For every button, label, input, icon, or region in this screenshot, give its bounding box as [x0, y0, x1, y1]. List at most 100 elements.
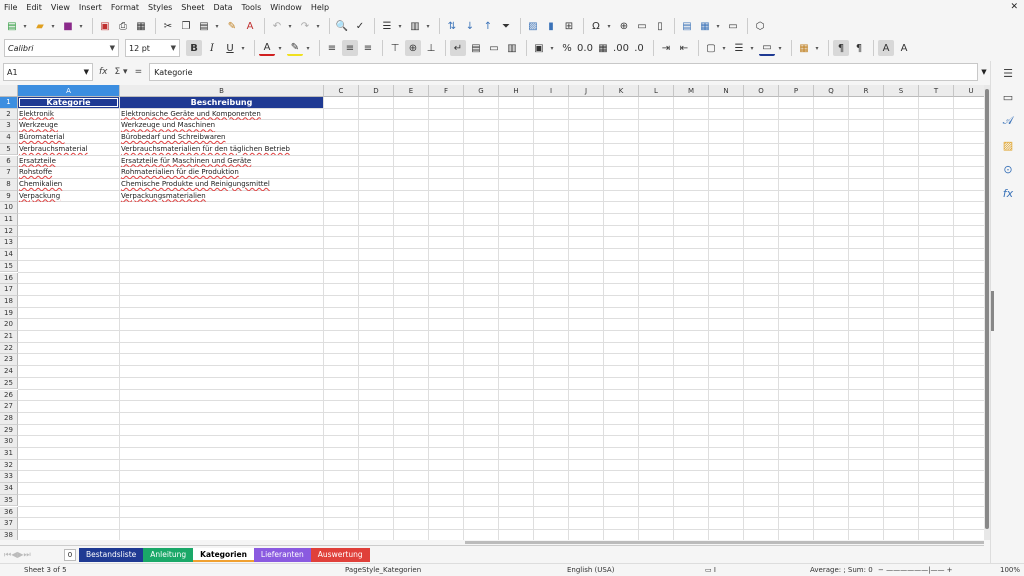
align-center-icon[interactable]: ≡ [342, 40, 358, 56]
special-character-icon[interactable]: Ω [588, 18, 604, 34]
underline-dropdown-icon[interactable]: ▾ [240, 40, 246, 56]
column-header-h[interactable]: H [499, 85, 534, 97]
navigator-icon[interactable]: ⊙ [991, 157, 1024, 181]
row-header-28[interactable]: 28 [0, 412, 18, 425]
row-icon[interactable]: ☰ [379, 18, 395, 34]
border-style-dropdown-icon[interactable]: ▾ [749, 40, 755, 56]
decimal-format-icon[interactable]: 0.0 [577, 40, 593, 56]
formula-input[interactable]: Kategorie [149, 63, 978, 81]
row-header-4[interactable]: 4 [0, 132, 18, 144]
function-wizard-icon[interactable]: fx [99, 67, 108, 77]
chevron-down-icon[interactable]: ▼ [171, 44, 176, 52]
row-header-14[interactable]: 14 [0, 249, 18, 261]
new-dropdown-icon[interactable]: ▾ [22, 18, 28, 34]
last-sheet-icon[interactable]: ⏭ [24, 550, 31, 560]
row-header-7[interactable]: 7 [0, 167, 18, 179]
column-header-b[interactable]: B [120, 85, 324, 97]
print-preview-icon[interactable]: ▦ [133, 18, 149, 34]
border-color-icon[interactable]: ▭ [759, 40, 775, 56]
font-color-dropdown-icon[interactable]: ▾ [277, 40, 283, 56]
menu-edit[interactable]: Edit [26, 3, 42, 12]
zoom-level[interactable]: 100% [1000, 566, 1020, 574]
column-icon[interactable]: ▥ [407, 18, 423, 34]
functions-icon[interactable]: fx [991, 181, 1024, 205]
align-left-icon[interactable]: ≡ [324, 40, 340, 56]
number-format-icon[interactable]: ▣ [531, 40, 547, 56]
row-header-19[interactable]: 19 [0, 307, 18, 320]
left-to-right-icon[interactable]: ¶ [833, 40, 849, 56]
insert-chart-icon[interactable]: ▮ [543, 18, 559, 34]
sidebar-grip[interactable] [991, 291, 994, 331]
column-header-d[interactable]: D [359, 85, 394, 97]
row-header-17[interactable]: 17 [0, 284, 18, 296]
add-decimal-icon[interactable]: .00 [613, 40, 629, 56]
table-cell[interactable]: Werkzeuge [18, 120, 119, 132]
sum-icon[interactable]: Σ ▾ [115, 67, 128, 77]
pivot-table-icon[interactable]: ⊞ [561, 18, 577, 34]
row-header-5[interactable]: 5 [0, 143, 18, 156]
conditional-format-dropdown-icon[interactable]: ▾ [814, 40, 820, 56]
save-icon[interactable]: ■ [60, 18, 76, 34]
header-cell-kategorie[interactable]: Kategorie [18, 97, 119, 109]
split-window-icon[interactable]: ▭ [725, 18, 741, 34]
redo-dropdown-icon[interactable]: ▾ [315, 18, 321, 34]
font-name-combo[interactable]: Calibri ▼ [4, 39, 119, 57]
highlight-color-icon[interactable]: ✎ [287, 40, 303, 56]
underline-icon[interactable]: U [222, 40, 238, 56]
add-sheet-button[interactable]: 0 [64, 548, 76, 561]
status-summary[interactable]: Average: ; Sum: 0 [810, 566, 873, 574]
formula-icon[interactable]: = [135, 67, 143, 77]
delete-decimal-icon[interactable]: .0 [631, 40, 647, 56]
column-header-q[interactable]: Q [814, 85, 849, 97]
menu-help[interactable]: Help [311, 3, 329, 12]
table-cell[interactable]: Ersatzteile [18, 156, 119, 168]
date-format-icon[interactable]: ▦ [595, 40, 611, 56]
selection-mode-icon[interactable]: ▭ I [705, 566, 716, 574]
menu-sheet[interactable]: Sheet [181, 3, 204, 12]
autofilter-icon[interactable]: ⏷ [498, 18, 514, 34]
find-replace-icon[interactable]: 🔍 [334, 18, 350, 34]
row-header-21[interactable]: 21 [0, 331, 18, 343]
row-header-16[interactable]: 16 [0, 272, 18, 285]
table-cell[interactable]: Büromaterial [18, 132, 119, 144]
sheet-tab-anleitung[interactable]: Anleitung [143, 547, 194, 562]
spreadsheet-grid[interactable]: A B C D E F G H I J K L M N O P Q R S T U 1 2 3 4 5 6 7 8 9 10 11 12 13 14… [0, 85, 984, 540]
undo-icon[interactable]: ↶ [269, 18, 285, 34]
special-character-dropdown-icon[interactable]: ▾ [606, 18, 612, 34]
gallery-icon[interactable]: ▨ [991, 133, 1024, 157]
menu-format[interactable]: Format [111, 3, 139, 12]
language[interactable]: English (USA) [567, 566, 614, 574]
column-header-g[interactable]: G [464, 85, 499, 97]
row-header-30[interactable]: 30 [0, 436, 18, 448]
font-color-icon[interactable]: A [259, 40, 275, 56]
row-header-2[interactable]: 2 [0, 108, 18, 121]
highlight-dropdown-icon[interactable]: ▾ [305, 40, 311, 56]
number-format-dropdown-icon[interactable]: ▾ [549, 40, 555, 56]
column-header-t[interactable]: T [919, 85, 954, 97]
table-cell[interactable]: Rohstoffe [18, 167, 119, 179]
menu-icon[interactable]: ☰ [991, 61, 1024, 85]
table-cell[interactable]: Bürobedarf und Schreibwaren [120, 132, 323, 144]
show-draw-functions-icon[interactable]: ⬡ [752, 18, 768, 34]
column-header-j[interactable]: J [569, 85, 604, 97]
table-cell[interactable]: Verbrauchsmaterial [18, 144, 119, 156]
styles-icon[interactable]: 𝒜 [991, 109, 1024, 133]
align-bottom-icon[interactable]: ⊥ [423, 40, 439, 56]
expand-formula-bar-icon[interactable]: ▼ [978, 68, 990, 76]
row-header-34[interactable]: 34 [0, 483, 18, 495]
column-header-o[interactable]: O [744, 85, 779, 97]
border-style-icon[interactable]: ☰ [731, 40, 747, 56]
borders-icon[interactable]: ▢ [703, 40, 719, 56]
column-header-p[interactable]: P [779, 85, 814, 97]
sheet-tab-kategorien[interactable]: Kategorien [193, 547, 254, 562]
table-cell[interactable]: Elektronik [18, 109, 119, 121]
right-to-left-icon[interactable]: ¶ [851, 40, 867, 56]
row-header-27[interactable]: 27 [0, 401, 18, 413]
hyperlink-icon[interactable]: ⊕ [616, 18, 632, 34]
freeze-rows-columns-icon[interactable]: ▦ [697, 18, 713, 34]
align-top-icon[interactable]: ⊤ [387, 40, 403, 56]
new-icon[interactable]: ▤ [4, 18, 20, 34]
row-header-6[interactable]: 6 [0, 155, 18, 168]
merge-cells-icon[interactable]: ▭ [486, 40, 502, 56]
table-cell[interactable]: Chemische Produkte und Reinigungsmittel [120, 179, 323, 191]
